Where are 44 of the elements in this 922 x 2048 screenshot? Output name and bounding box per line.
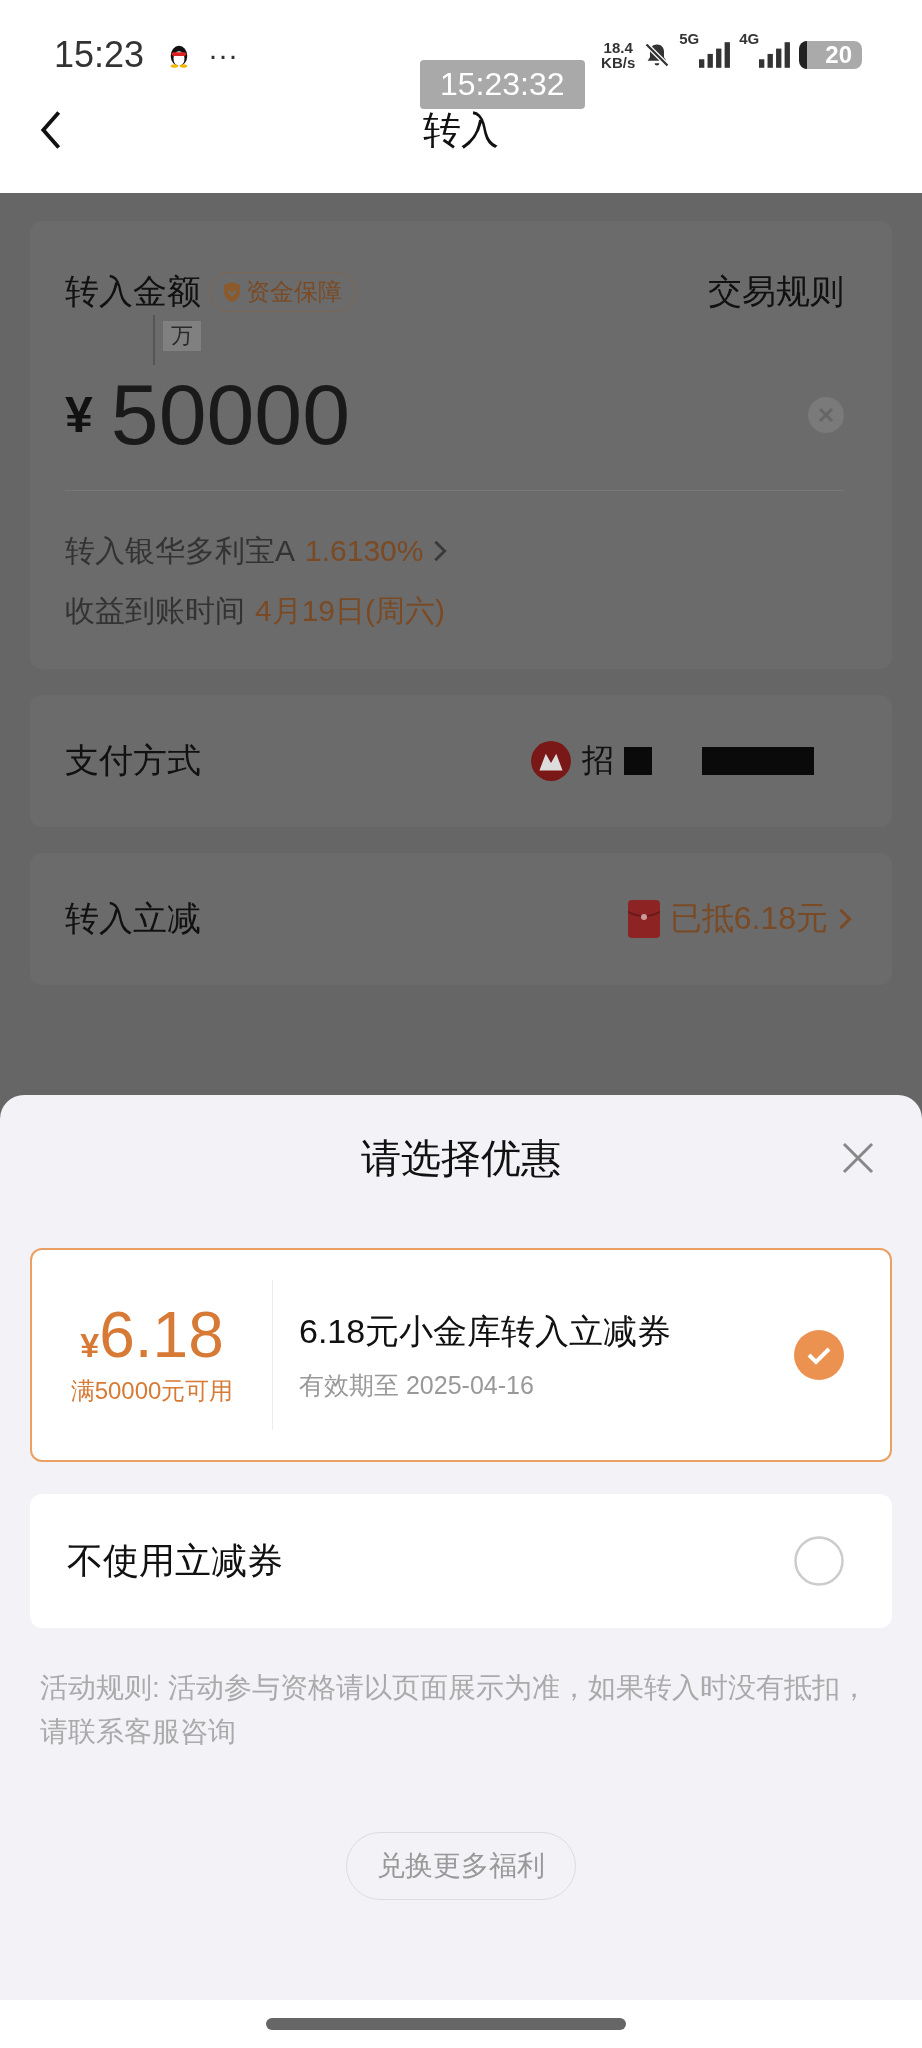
check-circle-icon[interactable] <box>794 1330 844 1380</box>
payment-method-row[interactable]: 支付方式 招 <box>30 695 892 827</box>
signal-icon <box>759 42 792 68</box>
payment-label: 支付方式 <box>65 740 201 781</box>
arrival-date: 4月19日(周六) <box>255 592 446 629</box>
currency-symbol: ¥ <box>65 385 93 444</box>
back-icon[interactable] <box>40 110 62 150</box>
network-type: 5G <box>679 30 700 47</box>
clock-overlay: 15:23:32 <box>420 60 585 109</box>
battery-level: 20 <box>799 41 862 69</box>
no-coupon-option[interactable]: 不使用立减券 <box>30 1494 892 1628</box>
network-speed: 18.4 KB/s <box>601 40 636 70</box>
option-label: 不使用立减券 <box>67 1538 283 1583</box>
page-title: 转入 <box>423 107 499 153</box>
status-time: 15:23 <box>54 34 145 76</box>
fund-rate: 1.6130% <box>305 534 424 568</box>
close-icon[interactable] <box>842 1142 874 1174</box>
arrival-label: 收益到账时间 <box>65 592 245 629</box>
amount-field[interactable]: 50000 <box>110 365 350 464</box>
bank-name: 招 <box>582 741 614 780</box>
discount-row[interactable]: 转入立减 已抵6.18元 <box>30 853 892 985</box>
coupon-title: 6.18元小金库转入立减券 <box>299 1310 673 1352</box>
fund-text: 转入银华多利宝A <box>65 532 295 569</box>
network-type: 4G <box>739 30 760 47</box>
shield-icon <box>222 281 242 303</box>
trade-rules-link[interactable]: 交易规则 <box>708 269 844 315</box>
signal-icon <box>699 42 732 68</box>
coupon-expiry: 有效期至 2025-04-16 <box>299 1369 535 1401</box>
discount-value: 已抵6.18元 <box>669 899 828 938</box>
sheet-title: 请选择优惠 <box>361 1134 561 1182</box>
more-notifications: ··· <box>208 38 239 72</box>
coupon-card[interactable]: ¥6.18 满50000元可用 6.18元小金库转入立减券 有效期至 2025-04-16 <box>30 1248 892 1462</box>
unit-hint: 万 <box>163 321 201 351</box>
bank-logo-icon <box>530 740 572 782</box>
coupon-condition: 满50000元可用 <box>70 1376 234 1406</box>
chevron-right-icon[interactable] <box>433 539 448 563</box>
envelope-icon <box>627 900 660 938</box>
radio-icon[interactable] <box>794 1536 844 1586</box>
discount-label: 转入立减 <box>65 898 201 939</box>
chevron-right-icon[interactable] <box>838 906 852 932</box>
amount-label: 转入金额 <box>65 271 201 312</box>
coupon-amount: ¥6.18 <box>80 1303 224 1367</box>
bell-muted-icon <box>643 41 672 69</box>
rules-text: 活动规则: 活动参与资格请以页面展示为准，如果转入时没有抵扣，请联系客服咨询 <box>40 1671 869 1749</box>
